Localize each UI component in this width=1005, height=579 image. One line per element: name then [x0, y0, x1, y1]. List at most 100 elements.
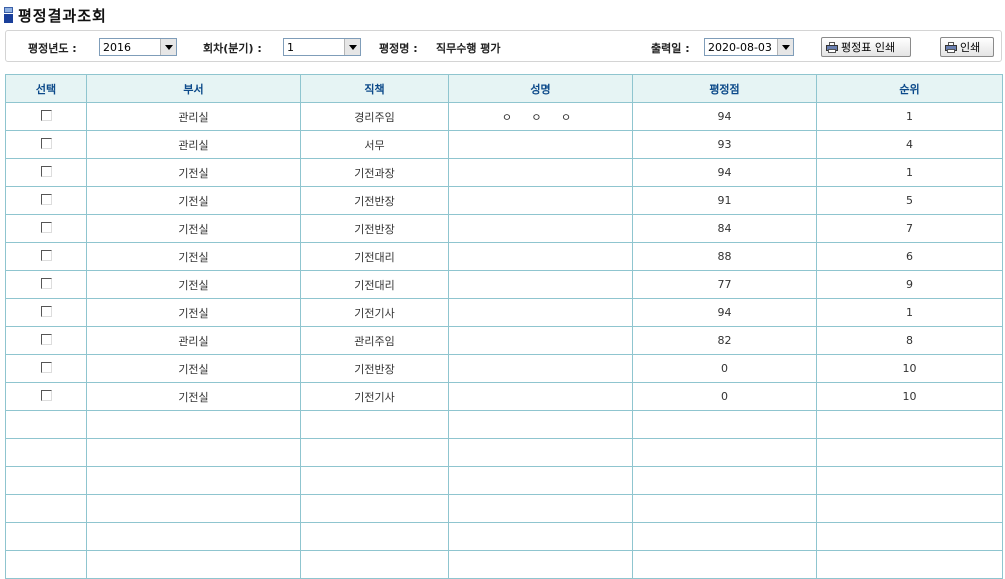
cell-empty [632, 522, 817, 551]
cell-department: 관리실 [86, 326, 301, 355]
cell-rank: 4 [816, 130, 1003, 159]
cell-position: 기전반장 [300, 214, 449, 243]
cell-empty [816, 494, 1003, 523]
header-position: 직책 [300, 74, 449, 103]
year-select[interactable]: 2016 [99, 38, 177, 56]
cell-name [448, 130, 633, 159]
page-title: 평정결과조회 [18, 6, 107, 25]
row-checkbox[interactable] [40, 305, 52, 317]
cell-rank: 9 [816, 270, 1003, 299]
cell-score: 94 [632, 158, 817, 187]
eval-name-label: 평정명 : [379, 42, 418, 55]
cell-select [5, 270, 87, 299]
round-select-value: 1 [287, 40, 294, 54]
cell-select [5, 326, 87, 355]
cell-empty [86, 550, 301, 579]
table-row[interactable]: 관리실 경리주임 ㅇ ㅇ ㅇ 94 1 [5, 102, 1003, 131]
round-label: 회차(분기) : [203, 42, 262, 55]
cell-position: 관리주임 [300, 326, 449, 355]
cell-empty [632, 494, 817, 523]
row-checkbox[interactable] [40, 109, 52, 121]
row-checkbox[interactable] [40, 277, 52, 289]
table-row[interactable]: 관리실 서무 93 4 [5, 130, 1003, 159]
cell-empty [300, 438, 449, 467]
cell-empty [816, 522, 1003, 551]
cell-department: 기전실 [86, 158, 301, 187]
cell-score: 77 [632, 270, 817, 299]
cell-name [448, 326, 633, 355]
print-button[interactable]: 인쇄 [940, 37, 994, 57]
cell-department: 기전실 [86, 214, 301, 243]
print-date-select[interactable]: 2020-08-03 [704, 38, 794, 56]
cell-rank: 1 [816, 158, 1003, 187]
cell-position: 기전대리 [300, 270, 449, 299]
chevron-down-icon[interactable] [160, 39, 176, 55]
cell-rank: 6 [816, 242, 1003, 271]
cell-empty [5, 410, 87, 439]
cell-empty [5, 522, 87, 551]
cell-empty [300, 410, 449, 439]
cell-select [5, 130, 87, 159]
print-sheet-button-label: 평정표 인쇄 [841, 41, 896, 54]
table-row[interactable]: 기전실 기전기사 0 10 [5, 382, 1003, 411]
cell-empty [632, 438, 817, 467]
table-row-empty [5, 522, 1003, 551]
row-checkbox[interactable] [40, 249, 52, 261]
cell-score: 84 [632, 214, 817, 243]
cell-empty [5, 494, 87, 523]
round-select[interactable]: 1 [283, 38, 361, 56]
row-checkbox[interactable] [40, 165, 52, 177]
row-checkbox[interactable] [40, 361, 52, 373]
cell-name [448, 354, 633, 383]
chevron-down-icon[interactable] [777, 39, 793, 55]
table-row[interactable]: 기전실 기전반장 0 10 [5, 354, 1003, 383]
header-department: 부서 [86, 74, 301, 103]
chevron-down-icon[interactable] [344, 39, 360, 55]
row-checkbox[interactable] [40, 137, 52, 149]
cell-empty [5, 550, 87, 579]
cell-empty [300, 494, 449, 523]
cell-name [448, 186, 633, 215]
cell-empty [448, 466, 633, 495]
printer-icon [945, 41, 957, 53]
cell-empty [448, 522, 633, 551]
cell-empty [448, 550, 633, 579]
cell-rank: 7 [816, 214, 1003, 243]
table-row-empty [5, 438, 1003, 467]
print-date-label: 출력일 : [651, 42, 690, 55]
cell-department: 기전실 [86, 298, 301, 327]
print-sheet-button[interactable]: 평정표 인쇄 [821, 37, 911, 57]
cell-empty [816, 466, 1003, 495]
row-checkbox[interactable] [40, 389, 52, 401]
table-row-empty [5, 466, 1003, 495]
table-row[interactable]: 기전실 기전기사 94 1 [5, 298, 1003, 327]
cell-select [5, 102, 87, 131]
cell-name [448, 382, 633, 411]
cell-position: 기전기사 [300, 382, 449, 411]
page-title-icon [4, 7, 13, 23]
row-checkbox[interactable] [40, 193, 52, 205]
cell-department: 기전실 [86, 186, 301, 215]
table-row[interactable]: 기전실 기전대리 88 6 [5, 242, 1003, 271]
table-row[interactable]: 기전실 기전대리 77 9 [5, 270, 1003, 299]
cell-empty [300, 466, 449, 495]
table-row[interactable]: 관리실 관리주임 82 8 [5, 326, 1003, 355]
cell-empty [5, 438, 87, 467]
table-row[interactable]: 기전실 기전과장 94 1 [5, 158, 1003, 187]
cell-empty [816, 438, 1003, 467]
cell-name [448, 242, 633, 271]
row-checkbox[interactable] [40, 333, 52, 345]
cell-empty [816, 410, 1003, 439]
cell-empty [86, 410, 301, 439]
table-row[interactable]: 기전실 기전반장 84 7 [5, 214, 1003, 243]
cell-position: 서무 [300, 130, 449, 159]
year-label: 평정년도 : [28, 42, 77, 55]
cell-name: ㅇ ㅇ ㅇ [448, 102, 633, 131]
cell-position: 기전반장 [300, 354, 449, 383]
cell-empty [632, 410, 817, 439]
year-select-value: 2016 [103, 40, 131, 54]
row-checkbox[interactable] [40, 221, 52, 233]
cell-department: 기전실 [86, 382, 301, 411]
table-row[interactable]: 기전실 기전반장 91 5 [5, 186, 1003, 215]
cell-rank: 1 [816, 298, 1003, 327]
